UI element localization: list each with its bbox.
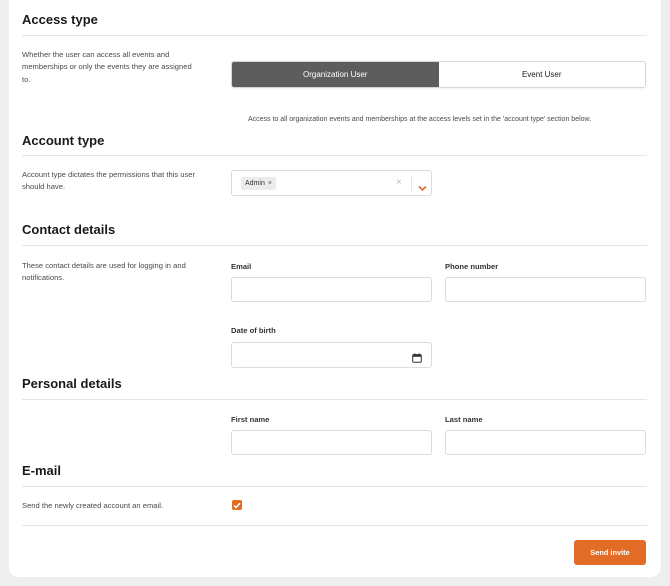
email-section-description: Send the newly created account an email. <box>22 501 163 510</box>
contact-details-heading: Contact details <box>22 222 116 237</box>
select-separator <box>411 176 412 191</box>
phone-field[interactable] <box>445 277 646 302</box>
email-section-heading: E-mail <box>22 463 62 478</box>
last-name-label: Last name <box>445 415 483 424</box>
admin-chip: Admin × <box>241 177 276 190</box>
clear-icon[interactable]: × <box>396 177 402 188</box>
calendar-icon[interactable] <box>412 350 422 368</box>
scrollbar-track[interactable] <box>664 0 670 586</box>
chevron-down-icon[interactable] <box>418 179 427 197</box>
account-type-heading: Account type <box>22 133 105 148</box>
email-label: Email <box>231 262 252 271</box>
personal-details-heading: Personal details <box>22 376 122 391</box>
contact-details-description: These contact details are used for loggi… <box>22 261 186 283</box>
check-icon <box>233 502 241 509</box>
first-name-field[interactable] <box>231 430 432 455</box>
account-type-select[interactable]: Admin × × <box>231 170 432 196</box>
divider <box>22 525 647 526</box>
access-type-toggle: Organization User Event User <box>231 61 646 88</box>
phone-label: Phone number <box>445 262 499 271</box>
dob-field[interactable] <box>231 342 432 368</box>
event-user-option[interactable]: Event User <box>438 62 645 87</box>
email-field[interactable] <box>231 277 432 302</box>
divider <box>22 399 647 400</box>
divider <box>22 245 647 246</box>
chip-label: Admin <box>245 180 265 187</box>
divider <box>22 35 647 36</box>
account-type-description: Account type dictates the permissions th… <box>22 170 196 192</box>
send-invite-button[interactable]: Send invite <box>574 540 646 565</box>
dob-label: Date of birth <box>231 326 276 335</box>
form-card: Access type Whether the user can access … <box>9 0 661 577</box>
last-name-field[interactable] <box>445 430 646 455</box>
access-type-help-text: Access to all organization events and me… <box>248 116 592 123</box>
divider <box>22 486 647 487</box>
access-type-heading: Access type <box>22 12 98 27</box>
first-name-label: First name <box>231 415 270 424</box>
divider <box>22 155 647 156</box>
send-email-checkbox[interactable] <box>232 500 242 510</box>
organization-user-option[interactable]: Organization User <box>232 62 439 87</box>
access-type-description: Whether the user can access all events a… <box>22 50 192 84</box>
remove-chip-icon[interactable]: × <box>268 180 272 187</box>
